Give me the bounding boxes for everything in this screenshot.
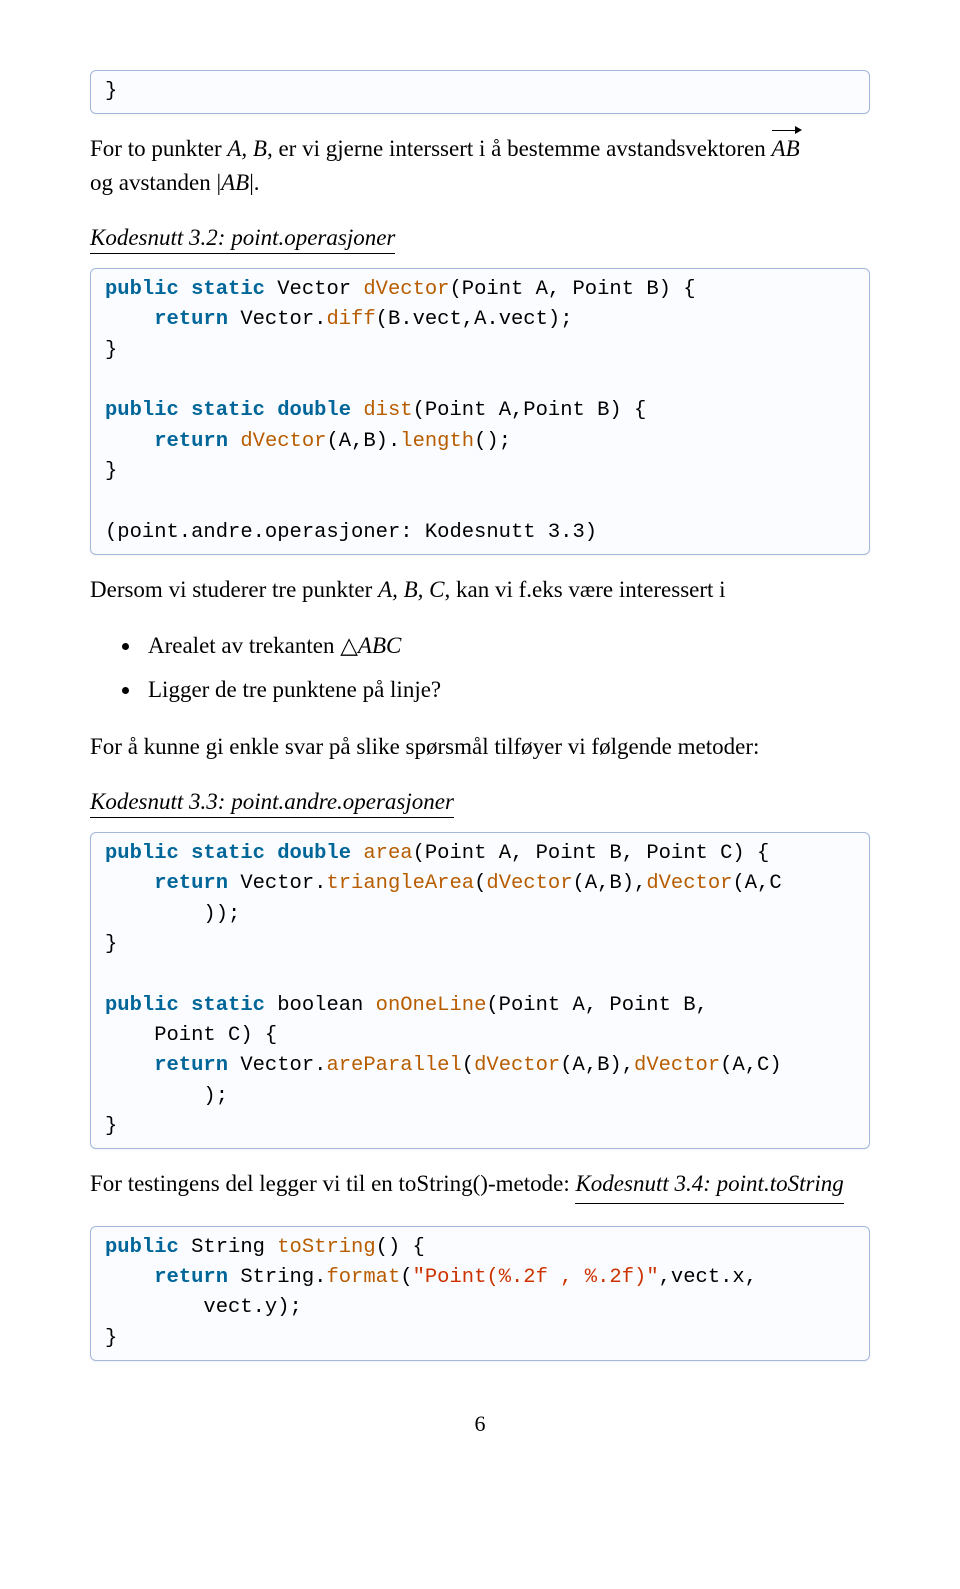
text: , er vi gjerne interssert i å bestemme a…	[267, 136, 772, 161]
kw: public static	[105, 278, 265, 301]
t: ));	[105, 903, 240, 926]
kw: return	[154, 308, 228, 331]
code-block-3: public static double area(Point A, Point…	[90, 832, 870, 1149]
text: .	[254, 170, 260, 195]
bullet-list: Arealet av trekanten △ABC Ligger de tre …	[90, 624, 870, 711]
t: (Point A,Point B) {	[413, 399, 647, 422]
t: (Point A, Point B) {	[449, 278, 695, 301]
kw: return	[154, 872, 228, 895]
code-caption-3-3: Kodesnutt 3.3: point.andre.operasjoner	[90, 789, 454, 818]
vector-ab: AB	[772, 132, 800, 165]
t: }	[105, 933, 117, 956]
code-caption-3-4: Kodesnutt 3.4: point.toString	[575, 1167, 843, 1203]
fn: dVector	[474, 1054, 560, 1077]
t: }	[105, 460, 117, 483]
page-number: 6	[90, 1411, 870, 1437]
math-abc: A, B, C	[378, 577, 444, 602]
code-block-2: public static Vector dVector(Point A, Po…	[90, 268, 870, 555]
t: (A,C	[732, 872, 781, 895]
t	[105, 1266, 154, 1289]
list-item: Arealet av trekanten △ABC	[142, 624, 870, 668]
t: (point.andre.operasjoner: Kodesnutt 3.3)	[105, 521, 597, 544]
t: (A,C)	[720, 1054, 782, 1077]
t: () {	[376, 1236, 425, 1259]
t: );	[105, 1085, 228, 1108]
code-block-1: }	[90, 70, 870, 114]
text: For testingens del legger vi til en toSt…	[90, 1171, 575, 1196]
t: boolean	[265, 994, 376, 1017]
fn: dVector	[646, 872, 732, 895]
t	[351, 842, 363, 865]
fn: triangleArea	[326, 872, 474, 895]
t: String.	[228, 1266, 326, 1289]
text: og avstanden	[90, 170, 216, 195]
t: ();	[474, 430, 511, 453]
t	[105, 308, 154, 331]
kw: return	[154, 1054, 228, 1077]
fn: toString	[277, 1236, 375, 1259]
abs-ab: |AB|	[216, 170, 253, 195]
t	[228, 430, 240, 453]
fn: dVector	[486, 872, 572, 895]
fn: dVector	[240, 430, 326, 453]
text: For to punkter	[90, 136, 227, 161]
fn: area	[363, 842, 412, 865]
t: (A,B).	[326, 430, 400, 453]
triangle-icon: △	[340, 633, 358, 658]
t	[105, 872, 154, 895]
t: (A,B),	[560, 1054, 634, 1077]
paragraph-4: For testingens del legger vi til en toSt…	[90, 1167, 870, 1207]
fn: dist	[363, 399, 412, 422]
code-text: }	[105, 80, 117, 103]
fn: length	[400, 430, 474, 453]
t	[105, 430, 154, 453]
t	[105, 1054, 154, 1077]
t: (Point A, Point B,	[486, 994, 707, 1017]
text: Dersom vi studerer tre punkter	[90, 577, 378, 602]
list-item: Ligger de tre punktene på linje?	[142, 668, 870, 712]
paragraph-1: For to punkter A, B, er vi gjerne inters…	[90, 132, 870, 199]
t: }	[105, 1115, 117, 1138]
kw: return	[154, 430, 228, 453]
t: Point C) {	[105, 1024, 277, 1047]
t: (A,B),	[573, 872, 647, 895]
t: ,vect.x,	[659, 1266, 757, 1289]
t: (	[462, 1054, 474, 1077]
t: Vector.	[228, 1054, 326, 1077]
kw: public static double	[105, 399, 351, 422]
paragraph-2: Dersom vi studerer tre punkter A, B, C, …	[90, 573, 870, 606]
str: "Point(%.2f , %.2f)"	[413, 1266, 659, 1289]
t: (	[400, 1266, 412, 1289]
math-abc: ABC	[358, 633, 401, 658]
t: }	[105, 339, 117, 362]
paragraph-3: For å kunne gi enkle svar på slike spørs…	[90, 730, 870, 763]
t: }	[105, 1327, 117, 1350]
t: Vector.	[228, 308, 326, 331]
kw: public static	[105, 994, 265, 1017]
t: String	[179, 1236, 277, 1259]
fn: diff	[326, 308, 375, 331]
t: Vector	[265, 278, 363, 301]
t: (	[474, 872, 486, 895]
t	[351, 399, 363, 422]
kw: public	[105, 1236, 179, 1259]
fn: dVector	[363, 278, 449, 301]
t: Vector.	[228, 872, 326, 895]
math-ab: A, B	[227, 136, 267, 161]
t: (B.vect,A.vect);	[376, 308, 573, 331]
kw: return	[154, 1266, 228, 1289]
t: (Point A, Point B, Point C) {	[413, 842, 770, 865]
code-caption-3-2: Kodesnutt 3.2: point.operasjoner	[90, 225, 395, 254]
code-block-4: public String toString() { return String…	[90, 1226, 870, 1361]
kw: public static double	[105, 842, 351, 865]
fn: dVector	[634, 1054, 720, 1077]
fn: format	[326, 1266, 400, 1289]
text: Arealet av trekanten	[148, 633, 340, 658]
text: , kan vi f.eks være interessert i	[445, 577, 726, 602]
t: vect.y);	[105, 1296, 302, 1319]
fn: onOneLine	[376, 994, 487, 1017]
text: Ligger de tre punktene på linje?	[148, 677, 441, 702]
fn: areParallel	[326, 1054, 461, 1077]
